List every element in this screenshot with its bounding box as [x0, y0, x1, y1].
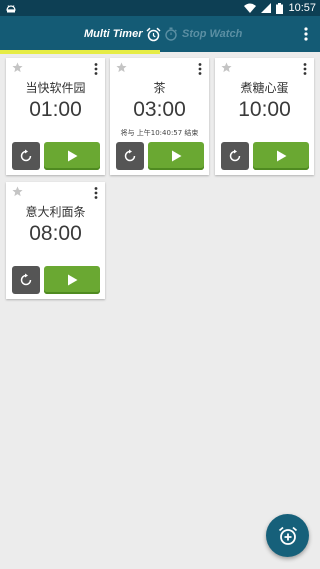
- tab-stop-watch-label: Stop Watch: [182, 28, 243, 40]
- timer-time: 10:00: [238, 98, 291, 121]
- play-button[interactable]: [253, 142, 309, 170]
- card-menu-icon[interactable]: [195, 62, 205, 76]
- timer-name: 煮糖心蛋: [240, 81, 289, 95]
- reset-button[interactable]: [116, 142, 144, 170]
- status-bar: 10:57: [0, 0, 320, 16]
- star-icon[interactable]: [12, 62, 23, 73]
- timer-name: 意大利面条: [25, 205, 86, 219]
- play-button[interactable]: [44, 266, 100, 294]
- timer-card[interactable]: 当快软件园 01:00: [6, 58, 105, 175]
- play-icon: [171, 150, 181, 162]
- tab-multi-timer-label: Multi Timer: [84, 28, 143, 40]
- timer-name: 茶: [153, 81, 166, 95]
- timer-time: 03:00: [133, 98, 186, 121]
- wifi-icon: [244, 3, 257, 13]
- alarm-clock-icon: [146, 27, 161, 41]
- timer-card[interactable]: 煮糖心蛋 10:00: [215, 58, 314, 175]
- timer-end-time: 将与 上午10:40:57 结束: [120, 129, 199, 137]
- signal-icon: [261, 3, 272, 13]
- timer-time: 01:00: [29, 98, 82, 121]
- play-icon: [67, 274, 77, 286]
- battery-icon: [276, 2, 284, 14]
- add-alarm-icon: [278, 526, 297, 545]
- overflow-menu-icon[interactable]: [298, 25, 314, 43]
- star-icon[interactable]: [12, 186, 23, 197]
- reset-icon: [20, 149, 32, 162]
- reset-icon: [20, 273, 32, 286]
- android-debug-icon: [6, 5, 16, 13]
- reset-button[interactable]: [221, 142, 249, 170]
- reset-button[interactable]: [12, 142, 40, 170]
- card-menu-icon[interactable]: [91, 62, 101, 76]
- play-button[interactable]: [44, 142, 100, 170]
- play-button[interactable]: [148, 142, 204, 170]
- stopwatch-icon: [165, 27, 177, 41]
- card-menu-icon[interactable]: [91, 186, 101, 200]
- tab-multi-timer[interactable]: Multi Timer: [84, 16, 161, 52]
- reset-icon: [124, 149, 136, 162]
- reset-button[interactable]: [12, 266, 40, 294]
- timer-time: 08:00: [29, 222, 82, 245]
- star-icon[interactable]: [116, 62, 127, 73]
- star-icon[interactable]: [221, 62, 232, 73]
- timer-name: 当快软件园: [25, 81, 86, 95]
- clock-time: 10:57: [288, 2, 316, 14]
- add-timer-fab[interactable]: [266, 514, 309, 557]
- play-icon: [67, 150, 77, 162]
- card-menu-icon[interactable]: [300, 62, 310, 76]
- timer-card[interactable]: 茶 03:00 将与 上午10:40:57 结束: [110, 58, 209, 175]
- app-bar: Multi Timer Stop Watch: [0, 16, 320, 52]
- play-icon: [276, 150, 286, 162]
- timer-card[interactable]: 意大利面条 08:00: [6, 182, 105, 299]
- reset-icon: [229, 149, 241, 162]
- tab-stop-watch[interactable]: Stop Watch: [164, 16, 242, 52]
- tab-indicator: [0, 50, 160, 54]
